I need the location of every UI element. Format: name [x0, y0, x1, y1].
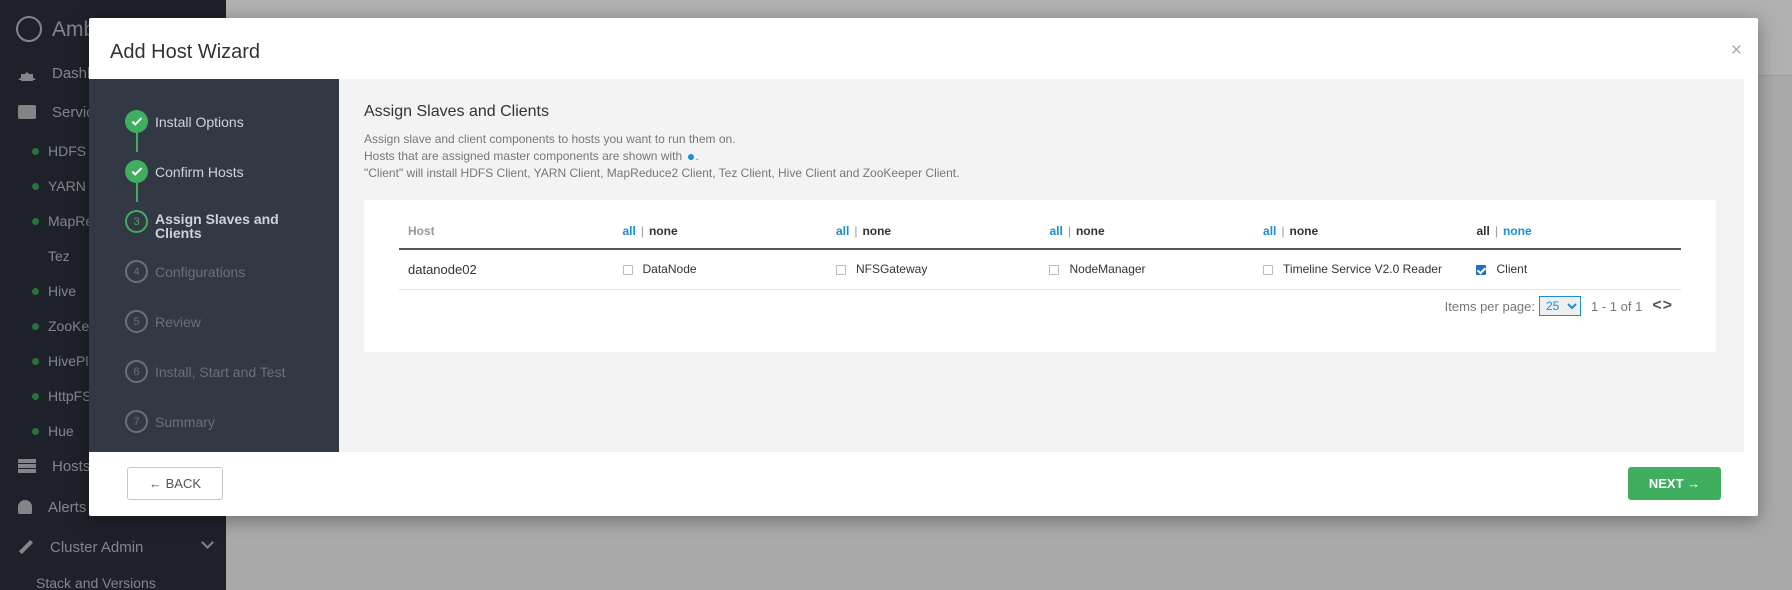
nodemanager-checkbox[interactable] [1049, 265, 1060, 276]
table-row: datanode02 DataNode NFSGateway NodeManag… [399, 249, 1681, 290]
wizard-steps-nav: Install Options Confirm Hosts 3 Assign S… [89, 79, 339, 452]
nodemanager-column-header: all | none [1040, 213, 1255, 250]
select-none-link[interactable]: none [1076, 224, 1105, 238]
wizard-step-2[interactable]: Confirm Hosts [125, 160, 244, 183]
step-label: Review [155, 314, 201, 330]
select-all-link[interactable]: all [623, 224, 636, 238]
description-line-1: Assign slave and client components to ho… [364, 132, 736, 146]
nfsgateway-column-header: all | none [826, 213, 1041, 250]
nfsgateway-cell[interactable]: NFSGateway [826, 249, 1041, 290]
wizard-step-1[interactable]: Install Options [125, 110, 244, 133]
back-button[interactable]: ← BACK [127, 467, 223, 500]
datanode-checkbox[interactable] [622, 265, 633, 276]
step-label: Summary [155, 414, 215, 430]
items-per-page-label: Items per page: [1444, 298, 1535, 314]
modal-title: Add Host Wizard [110, 41, 261, 63]
component-label: Timeline Service V2.0 Reader [1283, 262, 1442, 277]
description-line-3: "Client" will install HDFS Client, YARN … [364, 166, 960, 180]
select-all-link[interactable]: all [1263, 224, 1276, 238]
wizard-step-4: 4 Configurations [125, 260, 245, 283]
check-icon [125, 110, 148, 133]
component-label: Client [1496, 262, 1528, 277]
modal-footer: ← BACK NEXT → [89, 452, 1758, 516]
nodemanager-cell[interactable]: NodeManager [1040, 249, 1255, 290]
page-range: 1 - 1 of 1 [1591, 298, 1643, 314]
timeline-reader-cell[interactable]: Timeline Service V2.0 Reader [1254, 249, 1468, 290]
select-all-link[interactable]: all [1476, 224, 1489, 238]
wizard-content: Assign Slaves and Clients Assign slave a… [339, 79, 1744, 452]
step-number: 3 [125, 210, 148, 233]
component-label: NFSGateway [855, 262, 928, 277]
wizard-step-6: 6 Install, Start and Test [125, 360, 285, 383]
wizard-step-7: 7 Summary [125, 410, 215, 433]
datanode-cell[interactable]: DataNode [613, 249, 827, 290]
close-icon[interactable]: × [1731, 40, 1742, 62]
select-none-link[interactable]: none [649, 224, 678, 238]
select-all-link[interactable]: all [1049, 224, 1062, 238]
select-none-link[interactable]: none [1503, 224, 1532, 238]
step-number: 6 [125, 360, 148, 383]
separator: | [854, 223, 858, 238]
page-size-select[interactable]: 25 [1539, 296, 1581, 316]
select-all-link[interactable]: all [836, 224, 849, 238]
master-component-icon [687, 153, 694, 160]
step-number: 7 [125, 410, 148, 433]
step-label: Assign Slaves and Clients [155, 211, 279, 241]
timeline-reader-checkbox[interactable] [1263, 265, 1274, 276]
component-label: DataNode [642, 262, 697, 277]
client-cell[interactable]: Client [1467, 249, 1681, 290]
modal-body: Install Options Confirm Hosts 3 Assign S… [89, 79, 1744, 452]
component-label: NodeManager [1069, 262, 1146, 277]
assignment-panel: Host all | none all | none all | none all | none… [364, 200, 1716, 352]
step-label: Confirm Hosts [155, 164, 244, 180]
description-period: . [695, 149, 699, 163]
host-column-header: Host [399, 213, 614, 250]
step-label: Install Options [155, 114, 244, 130]
nfsgateway-checkbox[interactable] [835, 265, 846, 276]
step-number: 4 [125, 260, 148, 283]
check-icon [125, 160, 148, 183]
next-button[interactable]: NEXT → [1628, 467, 1721, 500]
separator: | [1281, 223, 1285, 238]
pagination: Items per page: 25 1 - 1 of 1 <> [1445, 296, 1673, 316]
wizard-step-3: 3 Assign Slaves and Clients [125, 210, 285, 240]
datanode-column-header: all | none [613, 213, 827, 250]
client-column-header: all | none [1467, 213, 1681, 250]
wizard-step-5: 5 Review [125, 310, 201, 333]
timeline-column-header: all | none [1254, 213, 1468, 250]
separator: | [1067, 223, 1071, 238]
client-checkbox[interactable] [1476, 265, 1487, 276]
add-host-wizard-modal: Add Host Wizard × Install Options Confir… [89, 18, 1758, 516]
select-none-link[interactable]: none [1289, 224, 1318, 238]
table-header-row: Host all | none all | none all | none all | none… [399, 213, 1681, 250]
section-heading: Assign Slaves and Clients [364, 103, 549, 120]
separator: | [1494, 223, 1498, 238]
description-text: Hosts that are assigned master component… [364, 149, 683, 163]
host-name-cell: datanode02 [399, 249, 614, 290]
step-label: Configurations [155, 264, 246, 280]
step-number: 5 [125, 310, 148, 333]
step-label: Install, Start and Test [155, 364, 286, 380]
select-none-link[interactable]: none [862, 224, 891, 238]
assignment-table: Host all | none all | none all | none all | none… [399, 213, 1681, 290]
description-line-2: Hosts that are assigned master component… [364, 149, 699, 163]
separator: | [640, 223, 644, 238]
pager-arrows-icon[interactable]: <> [1652, 297, 1673, 315]
